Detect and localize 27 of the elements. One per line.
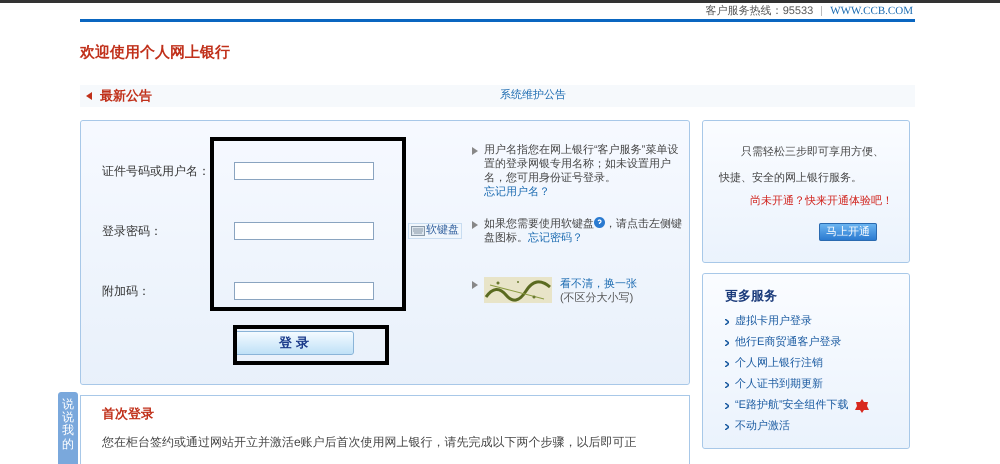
- login-button[interactable]: 登 录: [234, 330, 354, 354]
- promo-cta: 尚未开通？快来开通体验吧！: [749, 194, 893, 208]
- service-link[interactable]: 个人证书到期更新: [725, 374, 909, 395]
- service-link[interactable]: “E路护航”安全组件下载: [725, 395, 909, 416]
- field-label: 证件号码或用户名：: [102, 162, 211, 180]
- page-title: 欢迎使用个人网上银行: [80, 43, 231, 63]
- first-login-text: 您在柜台签约或通过网站开立并激活e账户后首次使用网上银行，请先完成以下两个步骤，以后即可正: [102, 434, 638, 451]
- forgot-link[interactable]: 忘记用户名？: [484, 186, 550, 198]
- refresh-captcha-link[interactable]: 看不清，换一张: [560, 276, 637, 290]
- promo-text: 只需轻松三步即可享用方便、快捷、安全的网上银行服务。: [719, 144, 885, 186]
- field-label: 附加码：: [102, 282, 151, 300]
- field-label: 登录密码：: [102, 222, 163, 240]
- notice-title: 最新公告: [100, 86, 153, 105]
- case-note: (不区分大小写): [560, 290, 634, 304]
- section-title: 更多服务: [725, 286, 778, 304]
- service-link[interactable]: 个人网上银行注销: [725, 353, 909, 374]
- service-link[interactable]: 他行E商贸通客户登录: [725, 332, 909, 353]
- hint-text: 用户名指您在网上银行“客户服务”菜单设置的登录网银专用名称；如未设置用户名，您可用身份证号登录。 忘记用户名？: [484, 142, 680, 198]
- service-link[interactable]: 不动户激活: [725, 416, 909, 437]
- forgot-link[interactable]: 忘记密码？: [528, 232, 583, 244]
- hotline-text: 客户服务热线：95533: [706, 4, 814, 19]
- hint-text: 如果您需要使用软键盘 ，请点击左侧键盘图标。忘记密码？: [484, 216, 683, 244]
- notice-link[interactable]: 系统维护公告: [500, 87, 566, 104]
- soft-keyboard-button[interactable]: 软键盘: [408, 222, 462, 238]
- service-link[interactable]: 虚拟卡用户登录: [725, 311, 909, 332]
- section-title: 首次登录: [102, 404, 155, 422]
- site-link[interactable]: WWW.CCB.COM: [830, 2, 913, 20]
